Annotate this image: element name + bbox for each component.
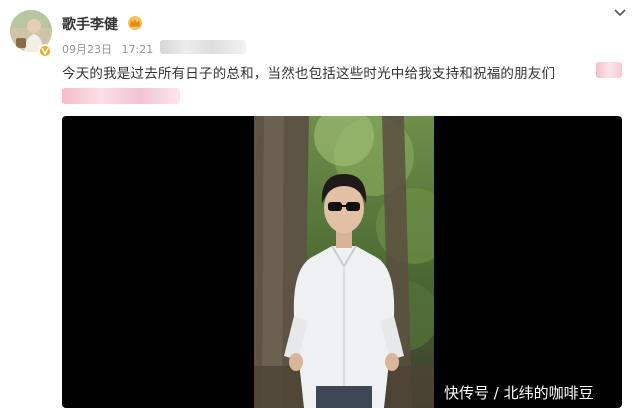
blurred-mention (596, 62, 622, 78)
blurred-source (160, 40, 246, 54)
blurred-mention-2 (62, 88, 180, 104)
weibo-post: 歌手李健 09月23日 17:21 今天的我是过去所有日子的总和，当然也包括这些… (0, 0, 640, 408)
post-time: 17:21 (121, 43, 154, 56)
video-thumbnail (254, 116, 434, 408)
video-player[interactable] (62, 116, 622, 408)
post-date[interactable]: 09月23日 (62, 43, 112, 56)
user-name[interactable]: 歌手李健 (62, 14, 118, 34)
chevron-down-icon[interactable] (612, 6, 628, 20)
post-meta: 09月23日 17:21 (62, 41, 159, 57)
verified-badge-icon (38, 44, 52, 58)
watermark: 快传号 / 北纬的咖啡豆 (444, 384, 594, 402)
post-text: 今天的我是过去所有日子的总和，当然也包括这些时光中给我支持和祝福的朋友们 (62, 66, 556, 82)
crown-icon[interactable] (126, 14, 144, 30)
